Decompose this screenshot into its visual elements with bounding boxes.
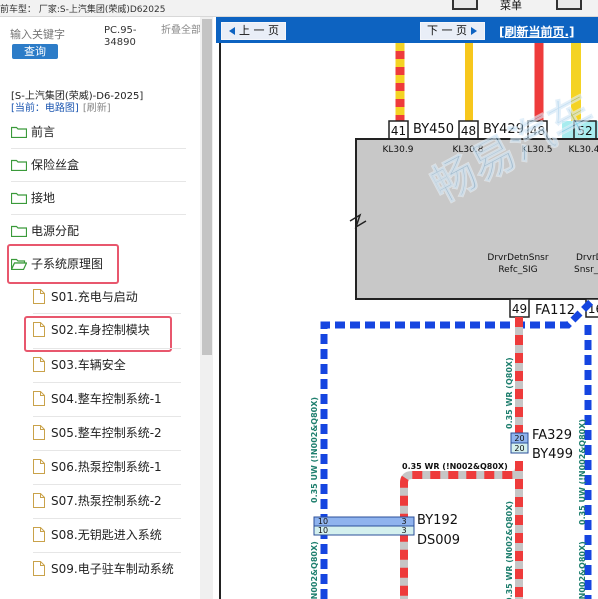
diagram-viewer: 上 一 页 下 一 页 [刷新当前页.] 41 48 48 52 BY450 B… [216,17,598,599]
wire-label: (N002&Q80X) [310,541,319,599]
refresh-link[interactable]: [刷新] [83,103,111,114]
current-view-label: [当前：电路图] [11,103,79,114]
connector-label: BY192 [417,513,458,528]
document-icon [33,561,45,576]
wire-gray [400,461,523,599]
document-icon [33,391,45,406]
wire-red-stripe [400,461,523,599]
search-button[interactable]: 查询 [12,44,58,59]
vehicle-label: 前车型： 厂家:S-上汽集团(荣威)D62025 [0,5,166,15]
search-input[interactable] [8,25,78,43]
svg-text:49: 49 [512,302,527,316]
tree-item-power-distribution[interactable]: 电源分配 [11,214,79,247]
inline-connector: 10 10 3 3 [313,516,415,536]
pin-box: 49 [509,298,530,318]
module-signal: DrvrD [576,253,598,263]
svg-text:41: 41 [391,124,406,138]
svg-text:3: 3 [401,517,406,526]
svg-text:20: 20 [514,444,524,453]
connector-label: FA112 [535,303,575,318]
pin-signal: KL30.9 [383,145,414,155]
folder-icon [11,126,27,138]
tree-item-s07[interactable]: S07.热泵控制系统-2 [33,484,162,517]
pin-box: 48 [458,120,479,140]
collapse-all-link[interactable]: 折叠全部 [161,25,201,37]
document-icon [33,459,45,474]
prev-page-button[interactable]: 上 一 页 [221,22,286,40]
folder-icon [11,159,27,171]
wire-label: 0.35 UW (!N002&Q80X) [578,419,587,525]
document-icon [33,289,45,304]
pin-box: 41 [388,120,409,140]
connector-label: BY499 [532,447,573,462]
tree-item-ground[interactable]: 接地 [11,181,55,214]
wire-label: 0.35 WR (N002&Q80X) [505,501,514,599]
svg-text:3: 3 [401,526,406,535]
wire-label: 0.35 UW (!N002&Q80X) [310,397,319,503]
tree-item-preface[interactable]: 前言 [11,115,55,148]
module-signal: Refc_SIG [498,265,537,275]
svg-text:10: 10 [318,526,328,535]
arrow-left-icon [229,27,235,35]
arrow-right-icon [471,27,477,35]
svg-text:20: 20 [514,434,524,443]
toolbar-button[interactable] [452,0,478,10]
module-signal: DrvrDetnSnsr [487,253,548,263]
wiring-diagram: 41 48 48 52 BY450 BY429 KL30.9 KL30.8 KL… [219,43,598,599]
toolbar-button[interactable] [556,0,582,10]
pin-signal: KL30.4 [569,145,598,155]
folder-icon [11,225,27,237]
left-panel: 查询 PC.95-34890 折叠全部 [S-上汽集团(荣威)-D6-2025]… [0,17,213,599]
tree-item-s03[interactable]: S03.车辆安全 [33,348,126,381]
tree-item-s09[interactable]: S09.电子驻车制动系统 [33,552,174,585]
svg-text:10: 10 [318,517,328,526]
tree-item-s04[interactable]: S04.整车控制系统-1 [33,382,162,415]
scrollbar-thumb[interactable] [202,19,212,355]
tree-item-s05[interactable]: S05.整车控制系统-2 [33,416,162,449]
menu-button[interactable]: 菜单 [500,0,522,13]
highlight-box [24,316,172,352]
folder-icon [11,192,27,204]
next-page-button[interactable]: 下 一 页 [420,22,485,40]
splice-connector: 20 20 [510,432,529,454]
part-code: PC.95-34890 [104,25,137,48]
tree-item-fuse-box[interactable]: 保险丝盒 [11,148,79,181]
refresh-page-link[interactable]: [刷新当前页.] [499,23,575,40]
tree-item-s01[interactable]: S01.充电与启动 [33,280,138,313]
document-icon [33,527,45,542]
tree-item-s08[interactable]: S08.无钥匙进入系统 [33,518,162,551]
document-icon [33,357,45,372]
connector-label: BY450 [413,122,454,137]
highlight-box [7,244,119,284]
wire-label: 0.35 WR (Q80X) [505,357,514,429]
connector-label: DS009 [417,533,460,548]
top-bar: 前车型： 厂家:S-上汽集团(荣威)D62025 菜单 [0,0,598,17]
current-view: [当前：电路图] [刷新] [11,99,111,114]
document-icon [33,425,45,440]
wire-label: (N002&Q80X) [578,541,587,599]
page-nav-bar: 上 一 页 下 一 页 [刷新当前页.] [216,17,598,43]
tree-item-s06[interactable]: S06.热泵控制系统-1 [33,450,162,483]
svg-text:48: 48 [461,124,476,138]
document-icon [33,493,45,508]
module-signal: Snsr_ [574,265,598,275]
wire-label: 0.35 WR (!N002&Q80X) [402,462,508,471]
connector-label: FA329 [532,428,572,443]
sidebar-scrollbar[interactable] [200,17,213,599]
